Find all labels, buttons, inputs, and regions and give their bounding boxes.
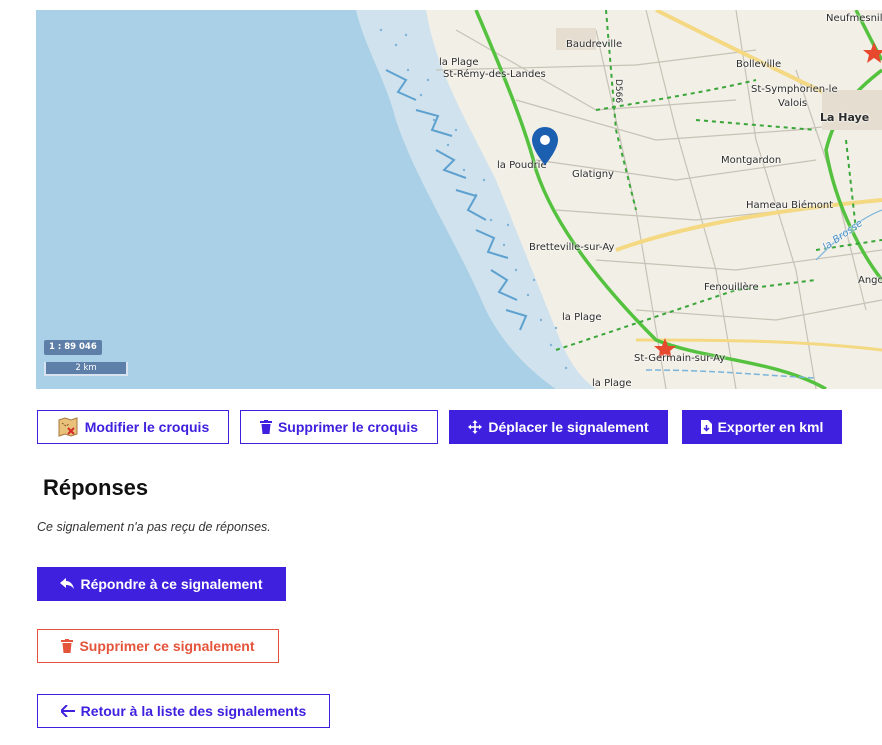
location-marker-icon[interactable]	[531, 126, 559, 166]
trash-icon	[61, 639, 74, 653]
map-scale-ratio: 1 : 89 046	[44, 340, 102, 355]
back-to-list-button[interactable]: Retour à la liste des signalements	[37, 694, 330, 728]
place-glatigny: Glatigny	[572, 169, 614, 180]
edit-sketch-label: Modifier le croquis	[84, 419, 210, 435]
arrow-left-icon	[60, 705, 75, 717]
place-valois: Valois	[778, 98, 808, 109]
treasure-map-icon	[57, 417, 79, 437]
place-baudreville: Baudreville	[566, 39, 623, 50]
place-st-remy: St-Rémy-des-Landes	[443, 69, 546, 80]
place-fenouillere: Fenouillère	[704, 282, 759, 293]
trash-icon	[259, 420, 272, 434]
place-bolleville: Bolleville	[736, 59, 782, 70]
edit-sketch-button[interactable]: Modifier le croquis	[37, 410, 229, 444]
place-la-plage-3: la Plage	[592, 378, 632, 389]
place-la-plage-1: la Plage	[439, 57, 479, 68]
delete-sketch-label: Supprimer le croquis	[277, 419, 419, 435]
place-neufmesnil: Neufmesnil	[826, 13, 882, 24]
place-st-germain: St-Germain-sur-Ay	[634, 353, 726, 364]
export-kml-button[interactable]: Exporter en kml	[682, 410, 842, 444]
reply-label: Répondre à ce signalement	[80, 576, 263, 592]
move-arrows-icon	[468, 420, 483, 434]
move-report-button[interactable]: Déplacer le signalement	[449, 410, 668, 444]
place-ango: Ango	[858, 275, 882, 286]
place-bretteville: Bretteville-sur-Ay	[529, 242, 615, 253]
file-download-icon	[700, 420, 712, 434]
delete-report-button[interactable]: Supprimer ce signalement	[37, 629, 279, 663]
place-st-symphorien: St-Symphorien-le	[751, 84, 838, 95]
delete-report-label: Supprimer ce signalement	[79, 638, 255, 654]
place-montgardon: Montgardon	[721, 155, 782, 166]
delete-sketch-button[interactable]: Supprimer le croquis	[240, 410, 438, 444]
move-report-label: Déplacer le signalement	[488, 419, 649, 435]
road-label-d566: D566	[613, 78, 624, 104]
map-scale-bar: 2 km	[44, 362, 128, 376]
urban-la-haye	[822, 90, 882, 130]
no-responses-message: Ce signalement n'a pas reçu de réponses.	[37, 520, 271, 534]
reply-button[interactable]: Répondre à ce signalement	[37, 567, 286, 601]
place-la-plage-2: la Plage	[562, 312, 602, 323]
map-view[interactable]: Neufmesnil Baudreville la Plage St-Rémy-…	[36, 10, 882, 389]
back-to-list-label: Retour à la liste des signalements	[80, 703, 307, 719]
place-la-haye: La Haye	[820, 111, 870, 124]
place-hameau-biemont: Hameau Biémont	[746, 200, 834, 211]
responses-title: Réponses	[43, 475, 149, 500]
reply-arrow-icon	[60, 578, 75, 590]
export-kml-label: Exporter en kml	[717, 419, 824, 435]
